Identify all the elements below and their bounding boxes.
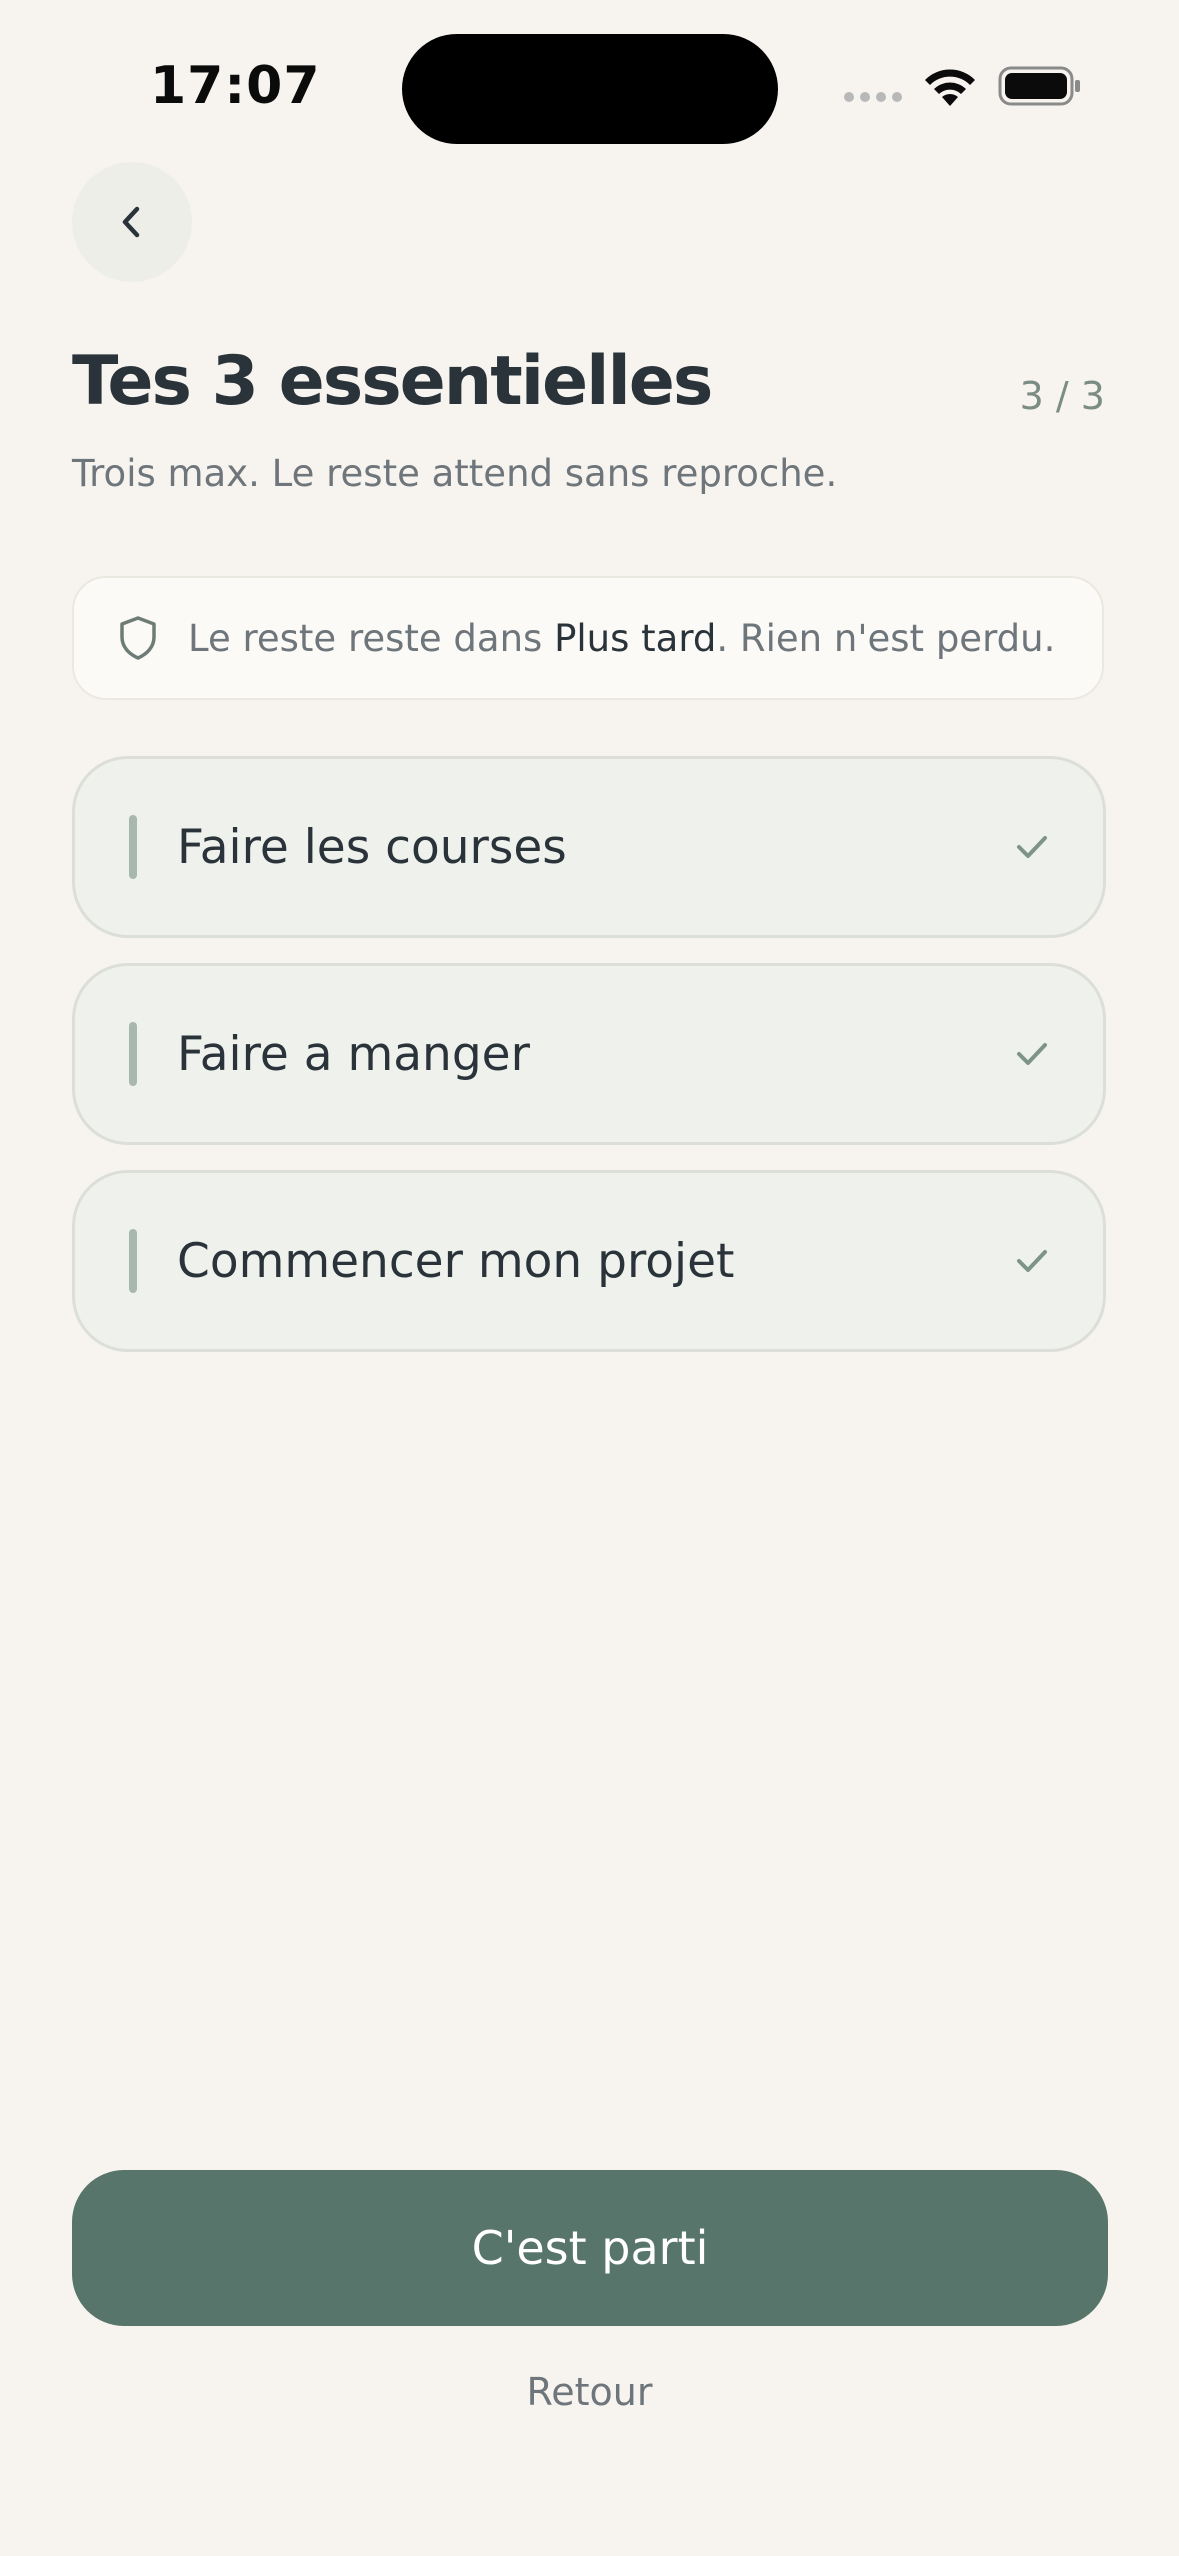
wifi-icon	[925, 69, 975, 106]
task-label: Faire les courses	[177, 819, 567, 875]
task-card[interactable]: Faire les courses	[72, 756, 1106, 938]
start-button[interactable]: C'est parti	[72, 2170, 1108, 2326]
retour-link[interactable]: Retour	[0, 2370, 1179, 2414]
status-time: 17:07	[150, 56, 321, 116]
page-title: Tes 3 essentielles	[72, 342, 713, 421]
check-icon	[1017, 1043, 1047, 1065]
info-banner-text: Le reste reste dans Plus tard. Rien n'es…	[188, 617, 1055, 660]
info-banner-highlight: Plus tard	[554, 616, 717, 660]
step-counter: 3 / 3	[1019, 374, 1105, 418]
info-banner-text-before: Le reste reste dans	[188, 616, 555, 660]
shield-icon	[120, 616, 156, 660]
chevron-left-icon	[122, 206, 140, 238]
task-accent-bar	[129, 1022, 137, 1086]
back-button[interactable]	[72, 162, 192, 282]
check-icon	[1017, 1250, 1047, 1272]
task-label: Faire a manger	[177, 1026, 530, 1082]
task-label: Commencer mon projet	[177, 1233, 735, 1289]
dynamic-island	[402, 34, 778, 144]
task-card[interactable]: Commencer mon projet	[72, 1170, 1106, 1352]
info-banner: Le reste reste dans Plus tard. Rien n'es…	[72, 576, 1104, 700]
task-card[interactable]: Faire a manger	[72, 963, 1106, 1145]
task-accent-bar	[129, 815, 137, 879]
battery-icon	[998, 66, 1080, 106]
cellular-signal-icon	[844, 92, 902, 102]
status-bar: 17:07	[0, 0, 1179, 160]
page-subtitle: Trois max. Le reste attend sans reproche…	[72, 452, 838, 495]
check-icon	[1017, 836, 1047, 858]
task-accent-bar	[129, 1229, 137, 1293]
info-banner-text-after: . Rien n'est perdu.	[716, 616, 1056, 660]
